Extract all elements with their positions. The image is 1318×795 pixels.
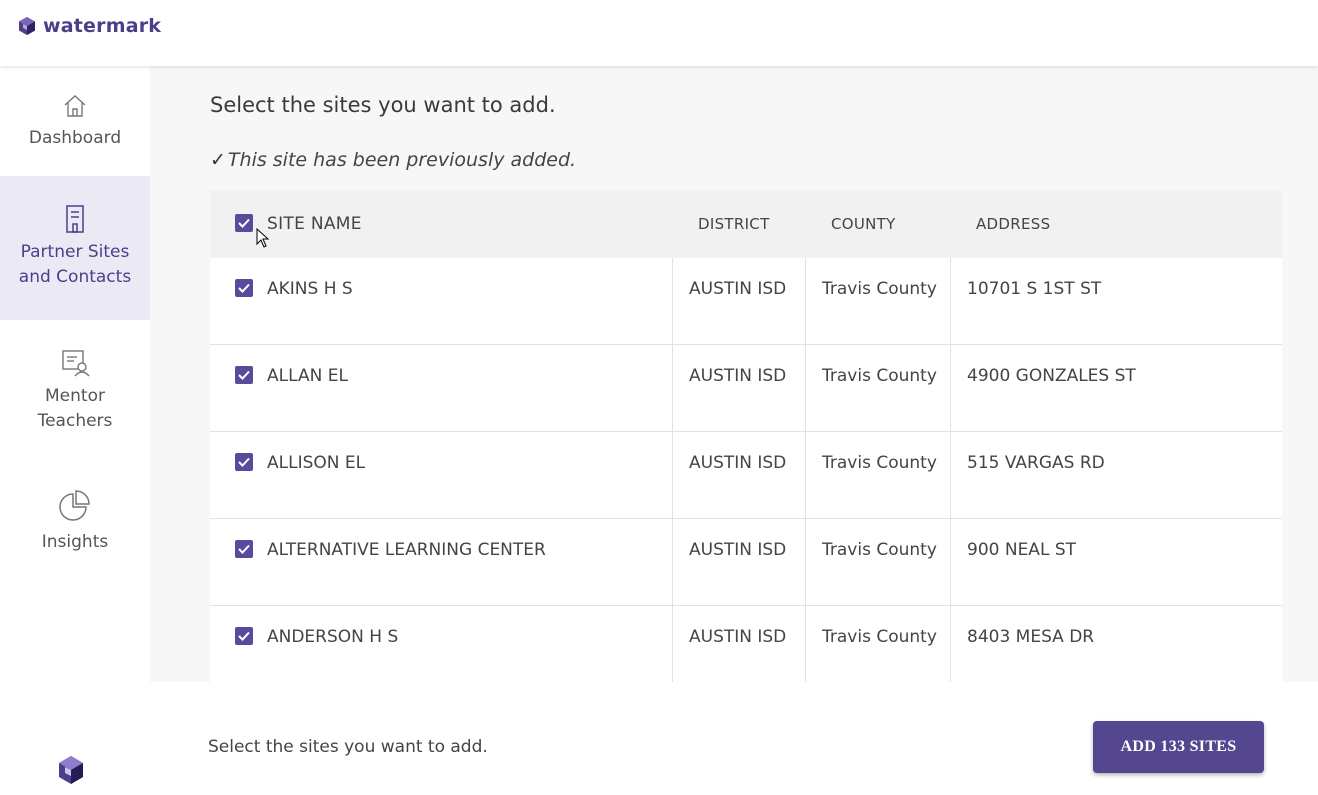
add-sites-button[interactable]: ADD 133 SITES — [1093, 721, 1264, 773]
district-cell: AUSTIN ISD — [672, 519, 805, 606]
brand-name: watermark — [43, 15, 162, 37]
certificate-user-icon — [62, 350, 90, 377]
site-name: ALLISON EL — [267, 453, 366, 473]
check-icon — [238, 631, 250, 641]
watermark-small-logo-icon — [59, 756, 83, 784]
site-name-cell: ALTERNATIVE LEARNING CENTER — [210, 519, 672, 606]
row-checkbox[interactable] — [235, 627, 253, 645]
sidebar-item-label: Mentor Teachers — [37, 386, 113, 431]
row-checkbox[interactable] — [235, 453, 253, 471]
sidebar-item-dashboard[interactable]: Dashboard — [0, 66, 150, 176]
building-icon — [66, 205, 84, 233]
sidebar-item-label: Partner Sites and Contacts — [18, 242, 132, 287]
address-cell: 8403 MESA DR — [950, 606, 1282, 682]
district-cell: AUSTIN ISD — [672, 606, 805, 682]
check-icon — [238, 283, 250, 293]
watermark-logo-icon — [19, 17, 35, 35]
note-text: This site has been previously added. — [227, 149, 577, 171]
address-cell: 4900 GONZALES ST — [950, 345, 1282, 432]
column-header-address[interactable]: ADDRESS — [976, 190, 1050, 258]
row-checkbox[interactable] — [235, 279, 253, 297]
table-row[interactable]: ALLISON EL AUSTIN ISD Travis County 515 … — [210, 432, 1282, 519]
table-row[interactable]: AKINS H S AUSTIN ISD Travis County 10701… — [210, 258, 1282, 345]
brand[interactable]: watermark — [17, 15, 161, 37]
sidebar-item-label: Dashboard — [28, 128, 122, 148]
site-name: ALLAN EL — [267, 366, 348, 386]
district-cell: AUSTIN ISD — [672, 258, 805, 345]
table-header: SITE NAME DISTRICT COUNTY ADDRESS — [210, 190, 1282, 258]
address-cell: 515 VARGAS RD — [950, 432, 1282, 519]
district-cell: AUSTIN ISD — [672, 432, 805, 519]
site-name-cell: ANDERSON H S — [210, 606, 672, 682]
row-checkbox[interactable] — [235, 366, 253, 384]
county-cell: Travis County — [805, 258, 950, 345]
check-icon — [238, 457, 250, 467]
county-cell: Travis County — [805, 432, 950, 519]
site-name-cell: ALLAN EL — [210, 345, 672, 432]
row-checkbox[interactable] — [235, 540, 253, 558]
mouse-cursor-icon — [256, 228, 270, 248]
site-name: ANDERSON H S — [267, 627, 399, 647]
column-header-county[interactable]: COUNTY — [831, 190, 896, 258]
pie-chart-icon — [59, 490, 90, 521]
county-cell: Travis County — [805, 606, 950, 682]
check-icon — [238, 370, 250, 380]
checkmark-icon: ✓ — [210, 149, 226, 171]
main-content: Select the sites you want to add. ✓ This… — [150, 66, 1318, 682]
county-cell: Travis County — [805, 519, 950, 606]
site-name: AKINS H S — [267, 279, 353, 299]
county-cell: Travis County — [805, 345, 950, 432]
select-all-checkbox[interactable] — [235, 214, 253, 232]
page-heading: Select the sites you want to add. — [210, 93, 556, 117]
site-name: ALTERNATIVE LEARNING CENTER — [267, 540, 546, 560]
footer-text: Select the sites you want to add. — [208, 737, 488, 757]
table-row[interactable]: ANDERSON H S AUSTIN ISD Travis County 84… — [210, 606, 1282, 682]
site-name-cell: ALLISON EL — [210, 432, 672, 519]
check-icon — [238, 544, 250, 554]
address-cell: 10701 S 1ST ST — [950, 258, 1282, 345]
check-icon — [238, 218, 250, 228]
sidebar: Dashboard Partner Sites and Contacts Men… — [0, 66, 150, 795]
footer-bar: Select the sites you want to add. ADD 13… — [150, 682, 1318, 795]
address-cell: 900 NEAL ST — [950, 519, 1282, 606]
previously-added-note: ✓ This site has been previously added. — [210, 149, 576, 171]
sidebar-item-label: Insights — [41, 532, 109, 552]
sidebar-item-mentor-teachers[interactable]: Mentor Teachers — [0, 320, 150, 460]
column-header-district[interactable]: DISTRICT — [698, 190, 770, 258]
sidebar-item-partner-sites[interactable]: Partner Sites and Contacts — [0, 176, 150, 320]
table-row[interactable]: ALLAN EL AUSTIN ISD Travis County 4900 G… — [210, 345, 1282, 432]
district-cell: AUSTIN ISD — [672, 345, 805, 432]
top-bar: watermark — [0, 0, 1318, 66]
sites-table: SITE NAME DISTRICT COUNTY ADDRESS AKINS … — [210, 190, 1282, 682]
sidebar-item-insights[interactable]: Insights — [0, 460, 150, 570]
column-header-site-name[interactable]: SITE NAME — [267, 190, 362, 258]
table-row[interactable]: ALTERNATIVE LEARNING CENTER AUSTIN ISD T… — [210, 519, 1282, 606]
home-icon — [64, 95, 86, 117]
site-name-cell: AKINS H S — [210, 258, 672, 345]
